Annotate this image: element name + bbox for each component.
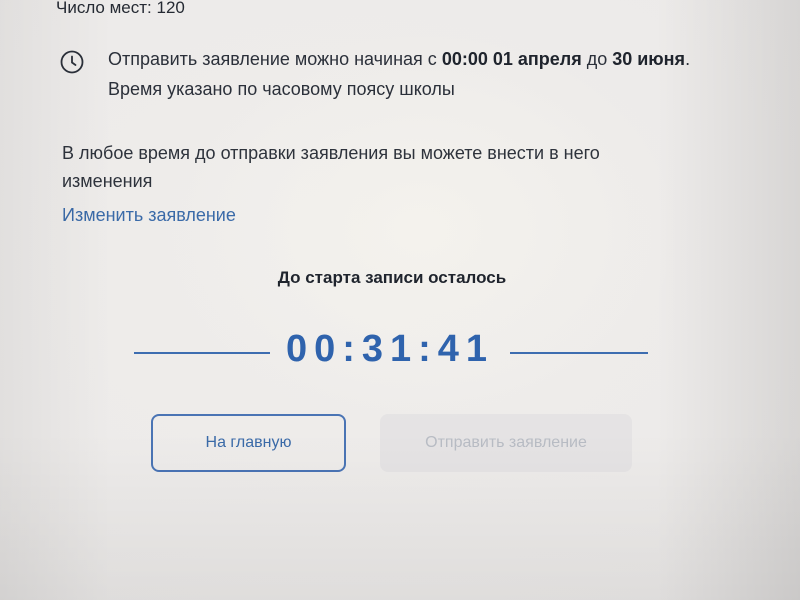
notice-text: Отправить заявление можно начиная с 00:0…: [108, 44, 700, 104]
notice-end-date: 30 июня: [612, 49, 686, 69]
submit-application-button[interactable]: Отправить заявление: [380, 414, 632, 472]
notice-text-until: до: [581, 49, 613, 69]
notice-text-start: Отправить заявление можно начиная с: [108, 49, 442, 69]
seats-count: Число мест: 120: [56, 0, 185, 17]
countdown-divider-right: [510, 352, 648, 354]
countdown-timer: 00:31:41: [285, 328, 495, 370]
notice-start-datetime: 00:00 01 апреля: [441, 49, 582, 69]
edit-info-text: В любое время до отправки заявления вы м…: [62, 143, 600, 191]
countdown-divider-left: [134, 352, 270, 354]
home-button[interactable]: На главную: [151, 414, 346, 472]
clock-icon: [60, 50, 84, 74]
edit-application-link[interactable]: Изменить заявление: [62, 205, 236, 226]
countdown-title: До старта записи осталось: [277, 268, 507, 287]
application-window-notice: Отправить заявление можно начиная с 00:0…: [60, 44, 700, 104]
